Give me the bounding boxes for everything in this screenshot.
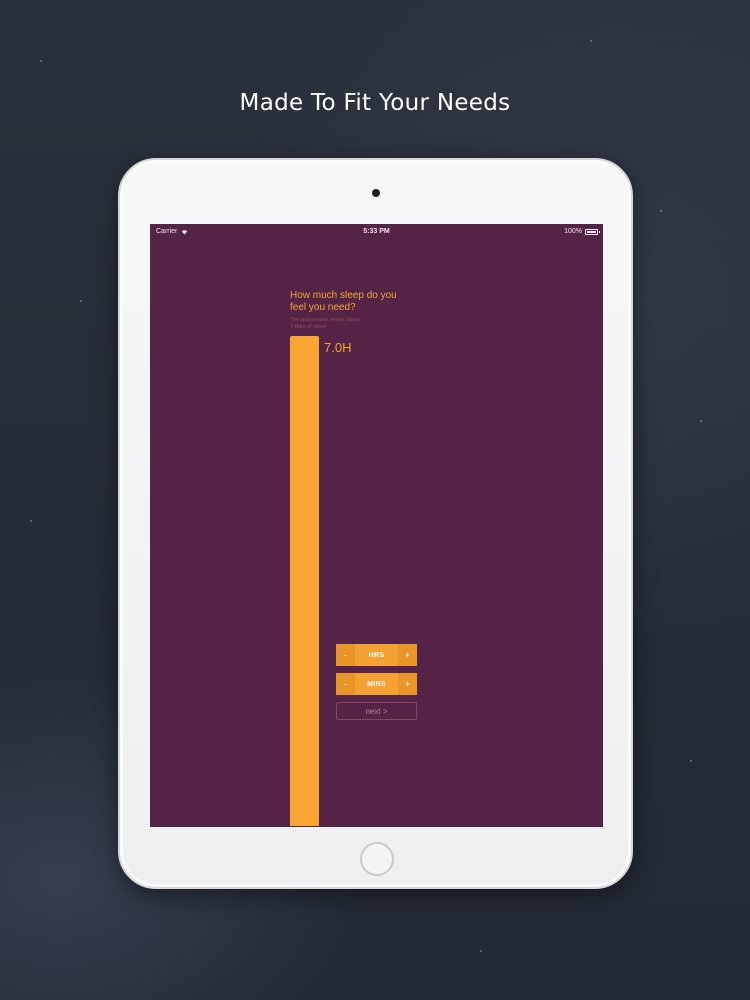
status-bar: Carrier 5:33 PM 100% — [150, 224, 603, 240]
sleep-bar[interactable] — [290, 336, 319, 826]
status-time: 5:33 PM — [363, 228, 390, 235]
background-star — [660, 210, 662, 212]
background-star — [700, 420, 702, 422]
hours-decrement-button[interactable]: - — [336, 644, 355, 666]
minutes-stepper-label: MINS — [367, 680, 386, 688]
next-button[interactable]: next > — [336, 702, 417, 720]
background-star — [30, 520, 32, 522]
background-star — [690, 760, 692, 762]
hours-stepper: - HRS + — [336, 644, 417, 666]
app-screen: Carrier 5:33 PM 100% How much sleep do y… — [150, 224, 603, 827]
background-star — [590, 40, 592, 42]
status-battery: 100% — [564, 228, 600, 235]
page-headline: Made To Fit Your Needs — [239, 90, 511, 116]
minutes-decrement-button[interactable]: - — [336, 673, 355, 695]
front-camera — [372, 189, 380, 197]
hours-increment-button[interactable]: + — [398, 644, 417, 666]
background-star — [40, 60, 42, 62]
sleep-value-label: 7.0H — [324, 340, 352, 355]
sleep-question: How much sleep do you feel you need? — [290, 290, 397, 313]
minutes-increment-button[interactable]: + — [398, 673, 417, 695]
sleep-hint: The avg person needs about 7-8hrs of sle… — [290, 317, 361, 330]
minutes-stepper: - MINS + — [336, 673, 417, 695]
background-star — [80, 300, 82, 302]
hours-stepper-label: HRS — [368, 651, 385, 659]
battery-percent: 100% — [564, 228, 582, 235]
home-button[interactable] — [360, 842, 394, 876]
sleep-bar-fill — [290, 336, 319, 826]
battery-icon — [585, 228, 600, 235]
ipad-device-frame: Carrier 5:33 PM 100% How much sleep do y… — [118, 158, 633, 889]
background-star — [480, 950, 482, 952]
